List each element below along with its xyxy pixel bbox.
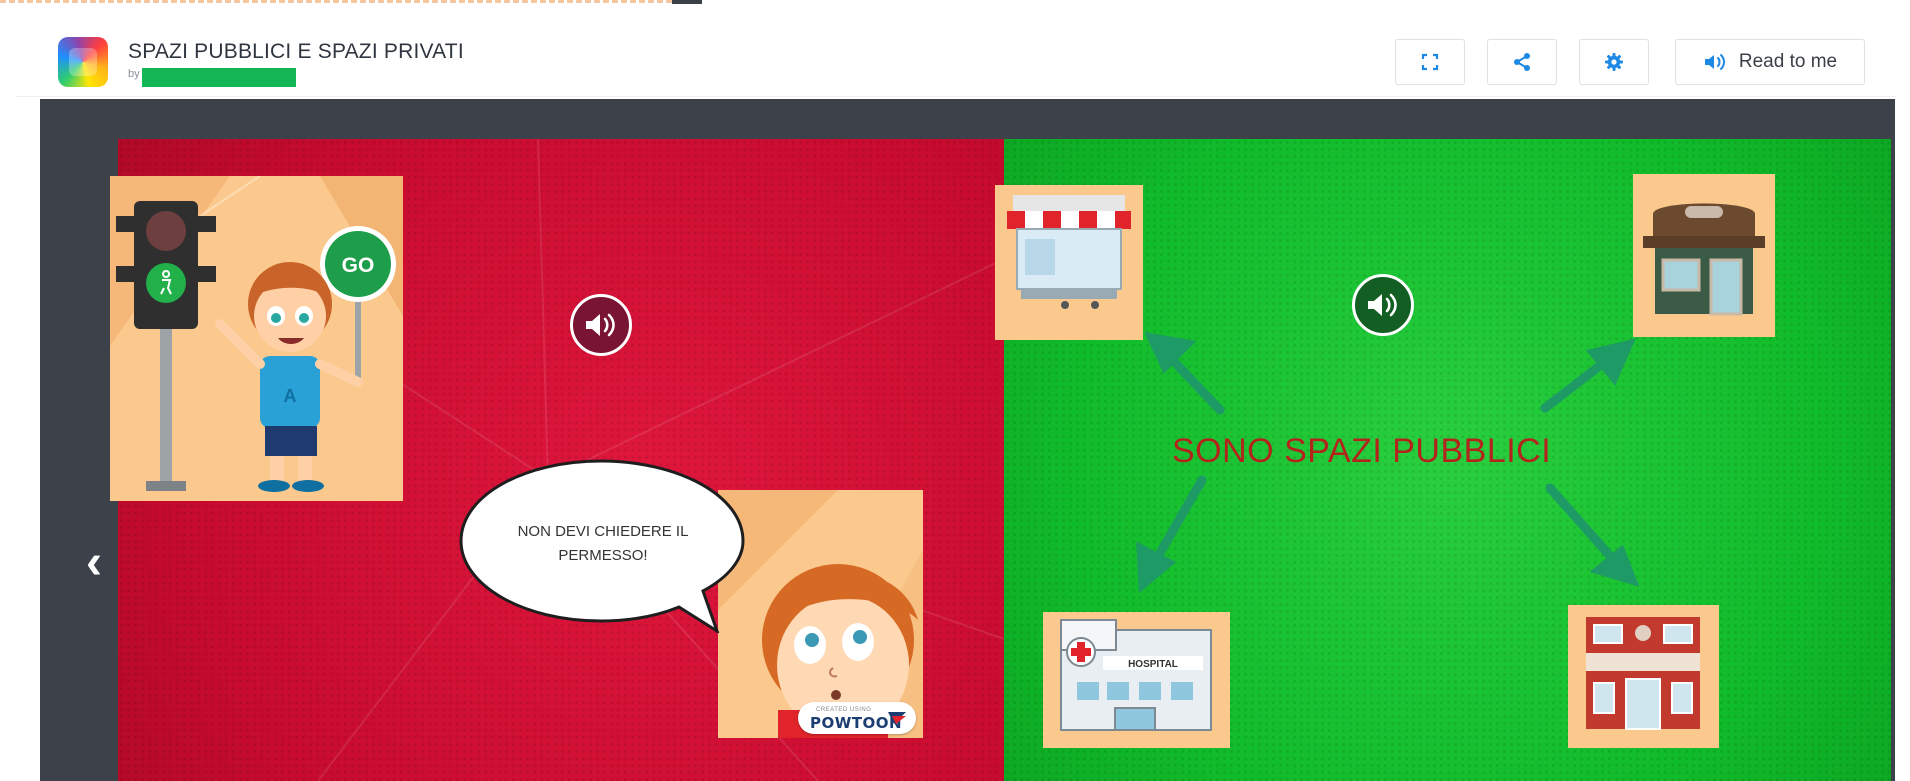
house-illustration	[1633, 174, 1775, 337]
top-strip	[0, 0, 700, 3]
share-icon	[1514, 53, 1530, 71]
author-by-label: by	[128, 68, 140, 80]
right-page-caption: SONO SPAZI PUBBLICI	[1172, 432, 1552, 470]
hospital-illustration: HOSPITAL	[1043, 612, 1230, 748]
settings-button[interactable]	[1579, 39, 1649, 85]
building-illustration	[1568, 605, 1719, 748]
share-button[interactable]	[1487, 39, 1557, 85]
shop-illustration	[995, 185, 1143, 340]
go-sign-text: GO	[342, 254, 375, 277]
fullscreen-button[interactable]	[1395, 39, 1465, 85]
powtoon-created-using: CREATED USING	[816, 707, 872, 713]
next-page-arrow[interactable]: ›	[1901, 539, 1910, 587]
top-strip-tab	[672, 0, 702, 4]
hospital-sign-text: HOSPITAL	[1128, 659, 1178, 670]
author-name-redacted[interactable]	[142, 68, 296, 87]
read-to-me-label: Read to me	[1738, 51, 1838, 72]
reader-header: SPAZI PUBBLICI E SPAZI PRIVATI by Read t…	[16, 22, 1896, 97]
speaker-icon	[586, 313, 615, 337]
gear-icon	[1605, 53, 1623, 71]
fullscreen-icon	[1421, 53, 1439, 71]
powtoon-watermark: CREATED USING POWTOON	[798, 702, 916, 734]
powtoon-flag-icon	[888, 712, 906, 724]
read-to-me-button[interactable]: Read to me	[1675, 39, 1865, 85]
speech-bubble-text: NON DEVI CHIEDERE IL PERMESSO!	[517, 523, 689, 564]
traffic-light-boy-illustration: GO A	[110, 176, 403, 501]
speaker-icon	[1368, 293, 1397, 317]
speaker-icon	[1704, 54, 1725, 70]
app-logo[interactable]	[58, 37, 108, 87]
previous-page-arrow[interactable]: ‹	[86, 539, 102, 587]
left-page-audio-button[interactable]	[570, 294, 632, 356]
shirt-letter: A	[284, 386, 297, 406]
thinking-boy-illustration	[718, 490, 923, 738]
right-page-audio-button[interactable]	[1352, 274, 1414, 336]
book-title: SPAZI PUBBLICI E SPAZI PRIVATI	[128, 40, 464, 63]
